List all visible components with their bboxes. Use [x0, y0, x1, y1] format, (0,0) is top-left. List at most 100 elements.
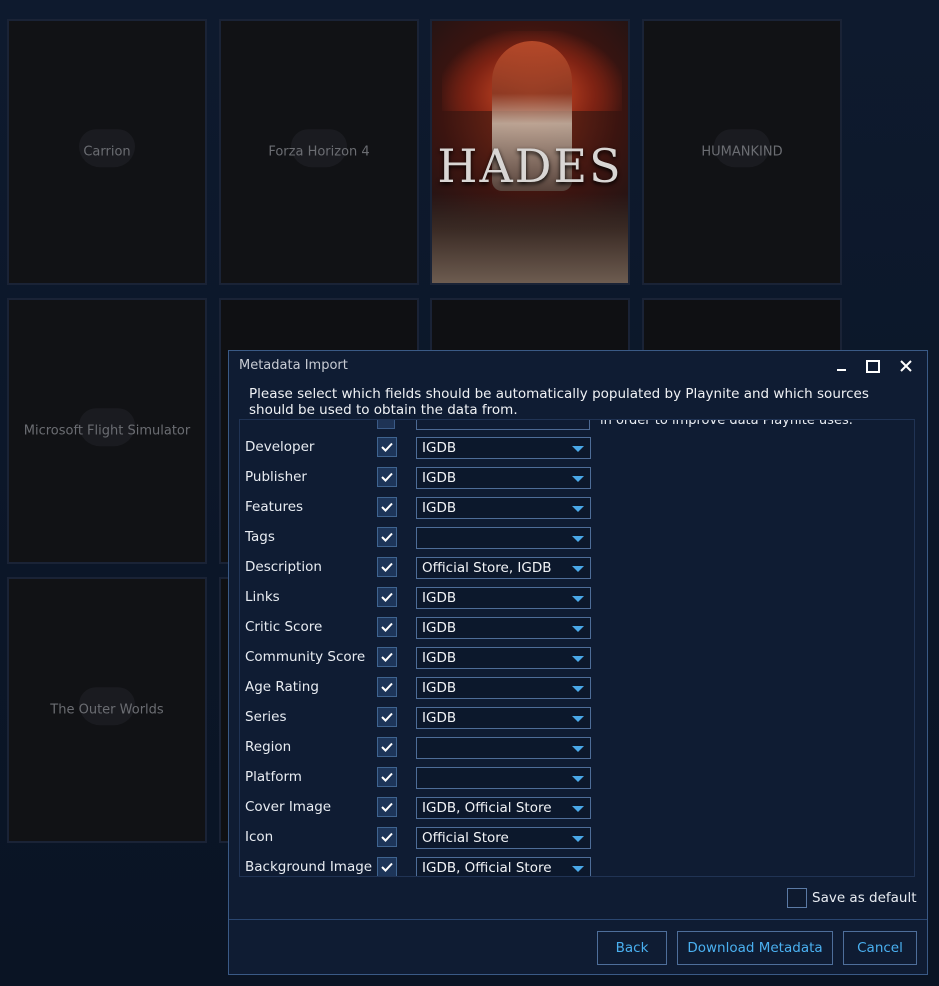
chevron-down-icon — [572, 716, 584, 722]
field-checkbox[interactable] — [377, 737, 397, 757]
source-select[interactable]: Official Store — [416, 827, 591, 849]
chevron-down-icon — [572, 506, 584, 512]
footer-divider — [229, 919, 927, 920]
source-select[interactable]: IGDB — [416, 467, 591, 489]
source-select[interactable] — [416, 767, 591, 789]
cancel-button[interactable]: Cancel — [843, 931, 917, 965]
source-select[interactable]: IGDB — [416, 707, 591, 729]
cover-logo: HADES — [437, 139, 623, 193]
minimize-icon — [836, 369, 846, 371]
field-row-region: Region — [240, 734, 900, 764]
source-select[interactable]: IGDB, Official Store — [416, 797, 591, 819]
close-button[interactable] — [894, 355, 918, 377]
field-checkbox[interactable] — [377, 617, 397, 637]
download-metadata-button[interactable]: Download Metadata — [677, 931, 833, 965]
chevron-down-icon — [572, 536, 584, 542]
field-row-community-score: Community Score IGDB — [240, 644, 900, 674]
field-label: Platform — [245, 769, 302, 785]
source-select[interactable] — [416, 420, 590, 430]
source-select[interactable]: IGDB — [416, 647, 591, 669]
source-value: Official Store — [422, 830, 509, 846]
checkmark-icon — [381, 622, 393, 632]
source-select[interactable]: IGDB — [416, 677, 591, 699]
field-checkbox[interactable] — [377, 677, 397, 697]
field-label: Region — [245, 739, 292, 755]
save-default-label: Save as default — [812, 890, 917, 906]
source-value: IGDB — [422, 680, 457, 696]
field-checkbox[interactable] — [377, 827, 397, 847]
maximize-button[interactable] — [861, 355, 885, 377]
chevron-down-icon — [572, 686, 584, 692]
field-label: Critic Score — [245, 619, 323, 635]
source-select[interactable] — [416, 737, 591, 759]
field-checkbox[interactable] — [377, 527, 397, 547]
checkmark-icon — [381, 832, 393, 842]
game-tile-hades[interactable]: HADES — [430, 19, 630, 285]
field-label: Icon — [245, 829, 274, 845]
game-tile-humankind[interactable]: HUMANKIND — [642, 19, 842, 285]
field-checkbox[interactable] — [377, 767, 397, 787]
field-row-series: Series IGDB — [240, 704, 900, 734]
field-checkbox[interactable] — [377, 587, 397, 607]
chevron-down-icon — [572, 836, 584, 842]
field-row-features: Features IGDB — [240, 494, 900, 524]
game-tile-outer-worlds[interactable]: The Outer Worlds — [7, 577, 207, 843]
game-title: Carrion — [83, 144, 131, 160]
field-checkbox[interactable] — [377, 647, 397, 667]
chevron-down-icon — [572, 566, 584, 572]
source-select[interactable]: IGDB, Official Store — [416, 857, 591, 876]
field-checkbox[interactable] — [377, 707, 397, 727]
source-select[interactable]: IGDB — [416, 617, 591, 639]
field-checkbox[interactable] — [377, 420, 395, 429]
field-checkbox[interactable] — [377, 797, 397, 817]
save-as-default[interactable]: Save as default — [787, 888, 917, 908]
game-tile-forza[interactable]: Forza Horizon 4 — [219, 19, 419, 285]
instructions-text: Please select which fields should be aut… — [249, 386, 869, 418]
source-value: IGDB — [422, 440, 457, 456]
field-row-background-image: Background Image IGDB, Official Store — [240, 854, 900, 876]
chevron-down-icon — [572, 596, 584, 602]
dialog-titlebar[interactable]: Metadata Import — [229, 351, 927, 381]
game-title: Microsoft Flight Simulator — [23, 423, 191, 439]
field-row-age-rating: Age Rating IGDB — [240, 674, 900, 704]
field-checkbox[interactable] — [377, 467, 397, 487]
metadata-import-dialog: Metadata Import Please select which fiel… — [228, 350, 928, 975]
field-checkbox[interactable] — [377, 557, 397, 577]
source-value: IGDB — [422, 650, 457, 666]
field-label: Cover Image — [245, 799, 332, 815]
field-row-icon: Icon Official Store — [240, 824, 900, 854]
source-select[interactable]: IGDB — [416, 497, 591, 519]
field-row-critic-score: Critic Score IGDB — [240, 614, 900, 644]
field-row-description: Description Official Store, IGDB — [240, 554, 900, 584]
chevron-down-icon — [572, 866, 584, 872]
checkmark-icon — [381, 682, 393, 692]
maximize-icon — [866, 359, 880, 373]
field-row-links: Links IGDB — [240, 584, 900, 614]
field-checkbox[interactable] — [377, 437, 397, 457]
source-select[interactable]: IGDB — [416, 437, 591, 459]
game-tile-flight-sim[interactable]: Microsoft Flight Simulator — [7, 298, 207, 564]
field-label: Developer — [245, 439, 315, 455]
back-button[interactable]: Back — [597, 931, 667, 965]
checkmark-icon — [381, 532, 393, 542]
field-checkbox[interactable] — [377, 857, 397, 876]
field-label: Links — [245, 589, 280, 605]
checkmark-icon — [381, 652, 393, 662]
source-select[interactable] — [416, 527, 591, 549]
fields-list: in order to improve data Playnite uses. … — [239, 419, 915, 877]
minimize-button[interactable] — [829, 355, 853, 377]
checkmark-icon — [381, 562, 393, 572]
save-default-checkbox[interactable] — [787, 888, 807, 908]
game-tile-carrion[interactable]: Carrion — [7, 19, 207, 285]
source-select[interactable]: Official Store, IGDB — [416, 557, 591, 579]
chevron-down-icon — [572, 476, 584, 482]
source-value: IGDB, Official Store — [422, 800, 552, 816]
partial-text: in order to improve data Playnite uses. — [600, 420, 853, 428]
checkmark-icon — [381, 592, 393, 602]
field-row-tags: Tags — [240, 524, 900, 554]
source-select[interactable]: IGDB — [416, 587, 591, 609]
field-label: Publisher — [245, 469, 307, 485]
field-row-publisher: Publisher IGDB — [240, 464, 900, 494]
field-checkbox[interactable] — [377, 497, 397, 517]
source-value: IGDB — [422, 710, 457, 726]
